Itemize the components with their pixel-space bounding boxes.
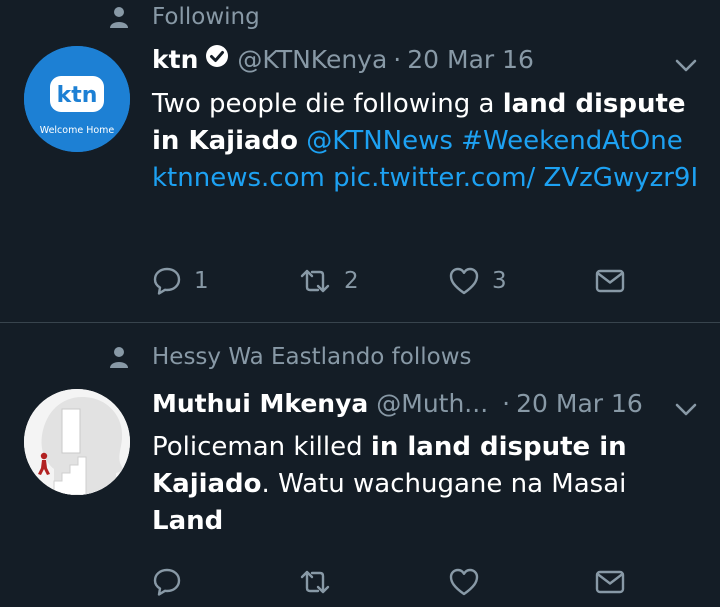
timestamp[interactable]: 20 Mar 16 [407, 44, 534, 76]
verified-badge-icon [205, 44, 229, 68]
handle[interactable]: @KTNKenya [237, 44, 387, 76]
handle[interactable]: @Muth... [376, 388, 488, 420]
text-segment: Policeman killed [152, 432, 371, 462]
timestamp[interactable]: 20 Mar 16 [516, 388, 643, 420]
separator: · [393, 45, 402, 74]
text-highlight: in Kajiado [152, 126, 299, 156]
text-highlight: land dispute [502, 89, 686, 119]
direct-message-icon [594, 567, 626, 597]
social-context-text: Hessy Wa Eastlando follows [152, 344, 472, 370]
tweet-ktn[interactable]: Following ktn Welcome Home ktn @KTNKenya… [0, 0, 720, 322]
avatar-logo-subtext: Welcome Home [40, 125, 115, 136]
social-context: Following [110, 2, 260, 32]
reply-button[interactable]: 1 [152, 266, 209, 296]
chevron-down-icon[interactable] [674, 58, 698, 74]
tweet-actions: 1 2 3 [152, 266, 632, 302]
retweet-button[interactable] [298, 567, 344, 597]
direct-message-button[interactable] [594, 567, 626, 597]
direct-message-button[interactable] [594, 266, 626, 296]
social-context: Hessy Wa Eastlando follows [110, 342, 472, 372]
separator: · [502, 389, 511, 418]
avatar[interactable] [24, 389, 130, 495]
tweet-text: Two people die following a land dispute … [152, 86, 702, 197]
avatar[interactable]: ktn Welcome Home [24, 46, 130, 152]
chevron-down-icon[interactable] [674, 402, 698, 418]
like-icon [448, 567, 480, 597]
person-icon [110, 346, 152, 368]
direct-message-icon [594, 266, 626, 296]
reply-icon [152, 567, 182, 597]
like-count: 3 [492, 268, 507, 294]
retweet-icon [298, 266, 332, 296]
like-button[interactable]: 3 [448, 266, 507, 296]
avatar-logo-text: ktn [57, 83, 98, 108]
text-highlight: Land [152, 506, 224, 536]
retweet-button[interactable]: 2 [298, 266, 359, 296]
tweet-muthui[interactable]: Hessy Wa Eastlando follows Muthui Mkenya… [0, 323, 720, 607]
like-icon [448, 266, 480, 296]
tweet-text: Policeman killed in land dispute in Kaji… [152, 429, 702, 540]
retweet-icon [298, 567, 332, 597]
reply-button[interactable] [152, 567, 194, 597]
tweet-header: ktn @KTNKenya · 20 Mar 16 [152, 44, 534, 76]
text-segment: . Watu wachugane na Masai [261, 469, 627, 499]
text-segment: Two people die following a [152, 89, 503, 119]
retweet-count: 2 [344, 268, 359, 294]
tweet-header: Muthui Mkenya @Muth... · 20 Mar 16 [152, 388, 643, 420]
display-name[interactable]: Muthui Mkenya [152, 388, 368, 420]
person-icon [110, 6, 152, 28]
reply-count: 1 [194, 268, 209, 294]
reply-icon [152, 266, 182, 296]
like-button[interactable] [448, 567, 492, 597]
display-name[interactable]: ktn [152, 44, 198, 76]
social-context-text: Following [152, 4, 260, 30]
tweet-actions [152, 567, 632, 603]
